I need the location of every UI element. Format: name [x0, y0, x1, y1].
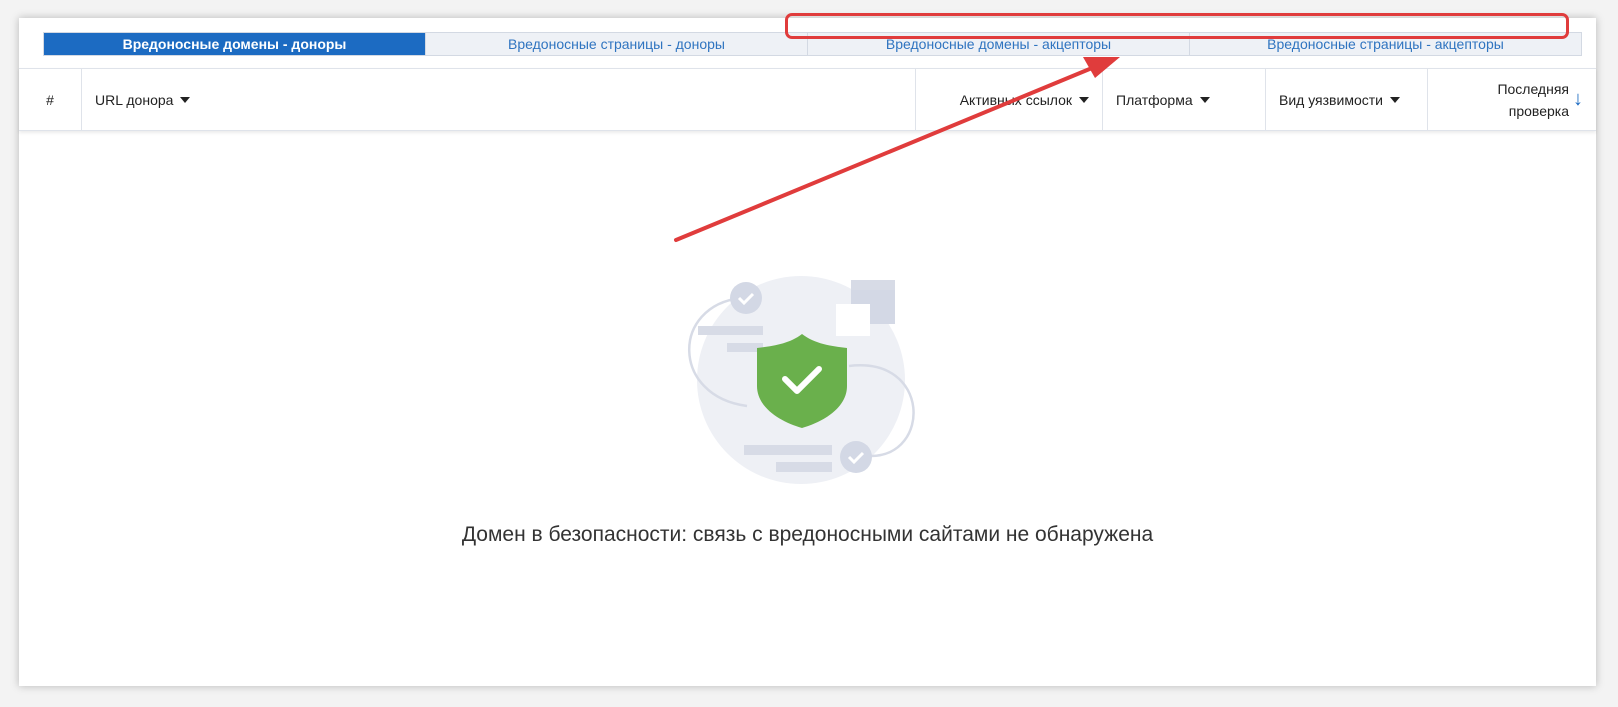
annotation-arrow — [674, 57, 1120, 242]
